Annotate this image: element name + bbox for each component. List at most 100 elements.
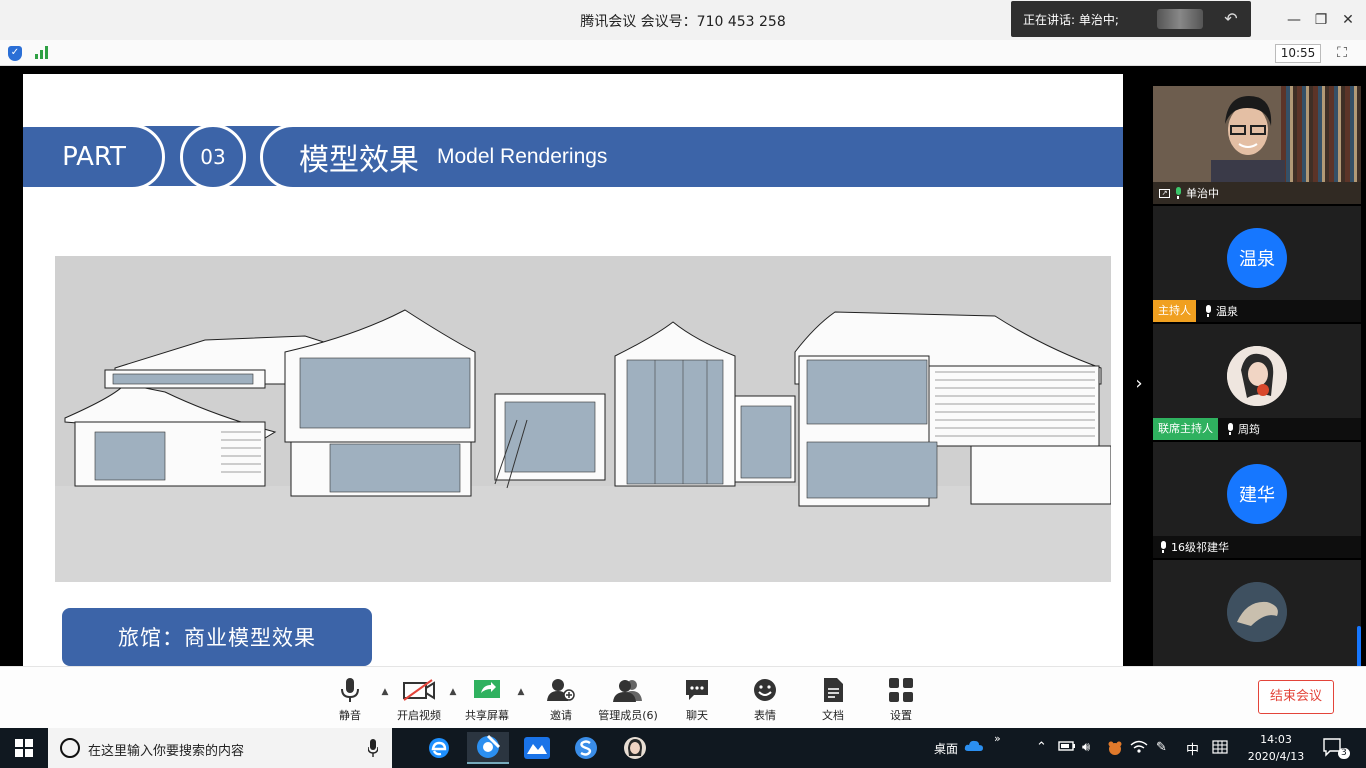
settings-button[interactable]: 设置 <box>866 675 936 725</box>
share-options-caret[interactable]: ▲ <box>516 687 526 697</box>
taskbar-sogou-app[interactable] <box>565 732 607 764</box>
participant-panel: ↗ 单治中 温泉 主持人 温泉 联席主持人 周筠 建华 16级祁建华 <box>1153 86 1361 666</box>
keyboard-grid-icon[interactable] <box>1212 740 1228 758</box>
title-bar: 腾讯会议 会议号：710 453 258 正在讲话: 单治中; ↶ — ❐ ✕ <box>0 0 1366 40</box>
meeting-app-icon <box>477 734 501 758</box>
settings-label: 设置 <box>890 709 912 722</box>
presentation-slide: PART 03 模型效果 Model Renderings 旅馆：商业模型效果 <box>23 74 1123 666</box>
model-rendering-image <box>55 256 1111 582</box>
participant-name: 单治中 <box>1186 187 1219 200</box>
pen-icon[interactable]: ✎ <box>1156 740 1167 755</box>
close-button[interactable]: ✕ <box>1338 10 1358 30</box>
fullscreen-icon[interactable]: ⛶ <box>1333 44 1351 62</box>
meeting-timer: 10:55 <box>1275 44 1321 63</box>
host-badge: 主持人 <box>1153 300 1196 322</box>
mute-label: 静音 <box>339 709 361 722</box>
participant-nameplate: 联席主持人 周筠 <box>1153 418 1361 440</box>
manage-members-button[interactable]: 管理成员(6) <box>593 675 663 725</box>
chat-label: 聊天 <box>686 709 708 722</box>
participant-nameplate: 主持人 温泉 <box>1153 300 1361 322</box>
speaker-avatars <box>1157 9 1203 29</box>
participant-nameplate: 16级祁建华 <box>1153 536 1361 558</box>
slide-title-en: Model Renderings <box>437 145 608 168</box>
document-icon <box>798 675 868 705</box>
invite-button[interactable]: 邀请 <box>526 675 596 725</box>
undo-icon[interactable]: ↶ <box>1219 7 1243 31</box>
taskbar-video-app[interactable] <box>516 732 558 764</box>
slide-caption: 旅馆：商业模型效果 <box>62 608 372 666</box>
start-video-button[interactable]: 开启视频 <box>384 675 454 725</box>
smiley-icon <box>730 675 800 705</box>
mic-speaking-icon <box>1174 187 1182 199</box>
chevron-up-icon[interactable]: ⌃ <box>1036 740 1047 755</box>
taskbar-photo-app[interactable] <box>614 732 656 764</box>
part-label: PART <box>23 124 165 190</box>
chevron-right-icon[interactable]: › <box>1131 372 1147 396</box>
share-screen-icon <box>452 675 522 705</box>
share-screen-button[interactable]: 共享屏幕 <box>452 675 522 725</box>
part-number-text: 03 <box>200 145 226 169</box>
browser-icon <box>429 738 449 758</box>
participant-tile[interactable] <box>1153 560 1361 666</box>
battery-icon[interactable] <box>1058 740 1076 756</box>
input-method-icon[interactable] <box>1106 740 1124 760</box>
onedrive-icon[interactable] <box>964 738 984 756</box>
documents-label: 文档 <box>822 709 844 722</box>
taskbar-ie-app[interactable] <box>418 732 460 764</box>
avatar: 建华 <box>1227 464 1287 524</box>
mic-icon <box>1226 423 1234 435</box>
mic-muted-icon <box>1159 541 1167 553</box>
participant-video-feed <box>1211 96 1285 182</box>
emoji-button[interactable]: 表情 <box>730 675 800 725</box>
notification-count-badge: 3 <box>1338 748 1350 759</box>
voice-search-icon[interactable] <box>368 739 378 757</box>
members-icon <box>593 675 663 705</box>
bookshelf-background <box>1281 86 1361 182</box>
participant-name: 温泉 <box>1216 305 1238 318</box>
system-clock[interactable]: 14:03 2020/4/13 <box>1244 731 1308 765</box>
start-button[interactable] <box>0 728 48 768</box>
chat-icon <box>662 675 732 705</box>
windows-logo-icon <box>15 739 33 757</box>
minimize-button[interactable]: — <box>1284 10 1304 30</box>
shield-icon[interactable]: ✓ <box>8 46 22 61</box>
avatar: 温泉 <box>1227 228 1287 288</box>
participant-tile[interactable]: 建华 16级祁建华 <box>1153 442 1361 558</box>
participant-tile-cohost[interactable]: 联席主持人 周筠 <box>1153 324 1361 440</box>
invite-label: 邀请 <box>550 709 572 722</box>
avatar <box>1227 346 1287 406</box>
video-app-icon <box>524 737 550 759</box>
add-user-icon <box>526 675 596 705</box>
microphone-icon <box>315 675 385 705</box>
slide-title: 模型效果 Model Renderings <box>260 124 1123 190</box>
participant-tile-video[interactable]: ↗ 单治中 <box>1153 86 1361 204</box>
status-strip: ✓ 10:55 ⛶ <box>0 40 1366 66</box>
desktop-toolbar-label[interactable]: 桌面 <box>934 740 958 757</box>
avatar <box>1227 582 1287 642</box>
participant-nameplate: ↗ 单治中 <box>1153 182 1361 204</box>
windows-taskbar: 在这里输入你要搜索的内容 桌面 » ⌃ 🔊︎ ✎ 中 14:03 2020/4/… <box>0 728 1366 768</box>
participant-name: 周筠 <box>1238 423 1260 436</box>
building-sketch <box>55 256 1111 582</box>
restore-button[interactable]: ❐ <box>1311 10 1331 30</box>
search-placeholder: 在这里输入你要搜索的内容 <box>88 744 245 759</box>
participant-tile-host[interactable]: 温泉 主持人 温泉 <box>1153 206 1361 322</box>
slide-title-cn: 模型效果 <box>299 143 419 178</box>
toolbar-overflow-icon[interactable]: » <box>994 732 1001 745</box>
ime-indicator[interactable]: 中 <box>1186 739 1199 758</box>
end-meeting-button[interactable]: 结束会议 <box>1258 680 1334 714</box>
taskbar-search-box[interactable]: 在这里输入你要搜索的内容 <box>48 728 392 768</box>
part-label-text: PART <box>62 142 126 172</box>
network-icon[interactable] <box>1130 740 1148 758</box>
speaking-indicator: 正在讲话: 单治中; ↶ <box>1011 1 1251 37</box>
taskbar-meeting-app[interactable] <box>467 732 509 764</box>
cortana-icon <box>60 738 80 758</box>
grid-settings-icon <box>866 675 936 705</box>
signal-icon[interactable] <box>35 45 48 59</box>
documents-button[interactable]: 文档 <box>798 675 868 725</box>
volume-icon[interactable]: 🔊︎ <box>1082 740 1090 755</box>
chat-button[interactable]: 聊天 <box>662 675 732 725</box>
emoji-label: 表情 <box>754 709 776 722</box>
mute-button[interactable]: 静音 <box>315 675 385 725</box>
tencent-meeting-window: 腾讯会议 会议号：710 453 258 正在讲话: 单治中; ↶ — ❐ ✕ … <box>0 0 1366 768</box>
